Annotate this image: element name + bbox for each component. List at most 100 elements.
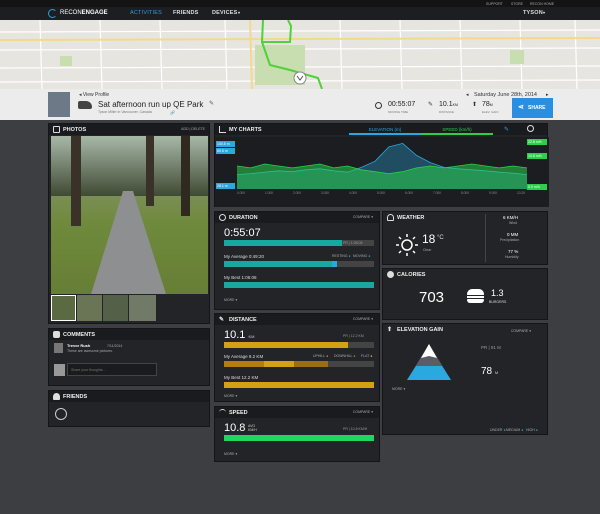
photos-panel: PHOTOS ADD | DELETE <box>48 123 210 324</box>
photo-thumbnail[interactable] <box>77 295 102 321</box>
distance-value: 10.1 KM <box>224 329 255 341</box>
avg-flat-bar <box>294 361 328 367</box>
more-link[interactable]: MORE ▾ <box>224 394 237 398</box>
elevation-pr: PR | 91 M <box>481 345 501 350</box>
speed-bar <box>224 435 374 441</box>
burgers-label: BURGERS <box>489 300 507 304</box>
prev-date-icon[interactable]: ◂ <box>466 92 469 98</box>
chart-svg <box>237 142 527 189</box>
comment-author[interactable]: Trevor Rush <box>67 343 90 348</box>
recon-home-link[interactable]: RECON HOME <box>530 2 554 6</box>
distance-pr: PR | 12.2 KM <box>343 334 364 338</box>
more-link[interactable]: MORE ▾ <box>224 452 237 456</box>
add-friend-icon[interactable] <box>55 408 67 420</box>
x-tick-label: 0.00K <box>237 191 246 195</box>
avg-label: My Average 9.2 KM <box>224 354 264 359</box>
calories-value: 703 <box>419 289 445 306</box>
clock-icon[interactable] <box>527 125 534 132</box>
moving-time-label: MOVING TIME <box>388 110 409 114</box>
elev-gain-value: 78M <box>482 101 493 108</box>
share-small-icon[interactable]: 🔗 <box>170 110 175 115</box>
nav-friends[interactable]: FRIENDS <box>173 10 199 16</box>
user-menu[interactable]: TYSON <box>523 10 543 16</box>
duration-pr: PR | 1:06:08 <box>343 241 363 245</box>
utility-bar: SUPPORT STORE RECON HOME <box>0 0 600 7</box>
avatar[interactable] <box>54 343 63 353</box>
clock-icon <box>219 214 226 221</box>
view-profile-link[interactable]: ◂ View Profile <box>79 92 109 98</box>
speed-max-label: 22.8 m/h <box>527 139 547 145</box>
photo-thumbnail[interactable] <box>51 295 76 321</box>
avatar[interactable] <box>48 92 70 117</box>
comment-time: 7/11/2014 <box>107 343 123 348</box>
store-link[interactable]: STORE <box>511 2 523 6</box>
chevron-down-icon: ▾ <box>238 10 241 15</box>
compare-dropdown[interactable]: COMPARE ▾ <box>353 317 373 321</box>
medium-legend: MEDIUM ● <box>506 428 524 432</box>
clock-icon <box>375 102 382 109</box>
x-tick-label: 6.00K <box>405 191 414 195</box>
compare-dropdown[interactable]: COMPARE ▾ <box>511 329 531 333</box>
avatar <box>54 364 65 376</box>
comment-input[interactable] <box>67 363 157 376</box>
x-tick-label: 7.00K <box>433 191 442 195</box>
avg-downhill-bar <box>264 361 294 367</box>
comment-icon <box>53 331 60 338</box>
ruler-icon: ✎ <box>428 102 434 108</box>
route-map[interactable] <box>0 20 600 89</box>
weather-panel: WEATHER 18 °C Clear 6 KM/H Wind 0 MM Pre… <box>382 211 548 265</box>
elevation-value: 78 M <box>481 366 499 377</box>
activity-title: Sat afternoon run up QE Park <box>98 100 204 109</box>
elevation-arrow-icon: ⬆ <box>472 102 478 108</box>
photo-thumbnail[interactable] <box>129 295 156 321</box>
brand-logo[interactable]: RECONENGAGE <box>60 10 108 16</box>
flame-icon <box>387 271 394 278</box>
compare-dropdown[interactable]: COMPARE ▾ <box>353 410 373 414</box>
avg-bar <box>224 261 332 267</box>
ruler-icon: ✎ <box>219 317 225 323</box>
high-legend: HIGH ● <box>526 428 538 432</box>
distance-panel: ✎ DISTANCE COMPARE ▾ 10.1 KM PR | 12.2 KM… <box>214 313 380 402</box>
compare-dropdown[interactable]: COMPARE ▾ <box>353 215 373 219</box>
comments-title: COMMENTS <box>49 329 209 340</box>
more-link[interactable]: MORE ▾ <box>224 298 237 302</box>
duration-panel: DURATION COMPARE ▾ 0:55:07 PR | 1:06:08 … <box>214 211 380 310</box>
temperature-unit: °C <box>437 235 444 241</box>
best-bar <box>224 382 374 388</box>
edit-icon[interactable]: ✎ <box>504 126 509 133</box>
precip-label: Precipitation <box>500 238 520 242</box>
x-tick-label: 2.00K <box>293 191 302 195</box>
friends-title: FRIENDS <box>49 391 209 402</box>
chart-icon <box>219 126 226 133</box>
speed-panel: SPEED COMPARE ▾ 10.8 AVG KM/H PR | 10.8 … <box>214 406 380 462</box>
wind-value: 6 KM/H <box>503 215 519 220</box>
elevation-panel: ⬆ ELEVATION GAIN COMPARE ▾ PR | 91 M 78 M… <box>382 323 548 435</box>
charts-panel: MY CHARTS ELEVATION (m) SPEED (km/h) ✎ 1… <box>214 123 549 207</box>
downhill-legend: DOWNHILL ● <box>334 354 356 358</box>
more-link[interactable]: MORE ▾ <box>392 387 405 391</box>
burger-icon <box>467 289 484 304</box>
tab-elevation[interactable]: ELEVATION (m) <box>349 124 421 135</box>
chevron-down-icon: ▾ <box>543 10 546 15</box>
activity-subtitle: Tyson Miller in Vancouver, Canada <box>98 110 152 114</box>
elev-gain-label: ELEV. GAIN <box>482 110 499 114</box>
x-tick-label: 5.00K <box>377 191 386 195</box>
x-tick-label: 9.00K <box>489 191 498 195</box>
main-photo[interactable] <box>51 136 208 294</box>
photo-thumbnail[interactable] <box>103 295 128 321</box>
best-label: My Best 12.2 KM <box>224 375 259 380</box>
nav-devices[interactable]: DEVICES <box>212 10 238 16</box>
main-nav: RECONENGAGE ACTIVITIES FRIENDS DEVICES ▾… <box>0 7 600 20</box>
speedometer-icon <box>219 409 226 416</box>
nav-activities[interactable]: ACTIVITIES <box>130 10 162 16</box>
tab-speed[interactable]: SPEED (km/h) <box>421 124 493 135</box>
share-button[interactable]: ⋖ SHARE <box>512 98 553 118</box>
support-link[interactable]: SUPPORT <box>486 2 503 6</box>
photo-actions[interactable]: ADD | DELETE <box>181 127 205 131</box>
speed-unit: AVG KM/H <box>248 424 257 432</box>
activity-header: ◂ View Profile Sat afternoon run up QE P… <box>0 89 600 120</box>
distance-bar <box>224 342 348 348</box>
edit-icon[interactable]: ✎ <box>209 100 214 107</box>
speed-min-label: 0.0 m/h <box>527 184 547 190</box>
moving-legend: MOVING ● <box>353 254 371 258</box>
